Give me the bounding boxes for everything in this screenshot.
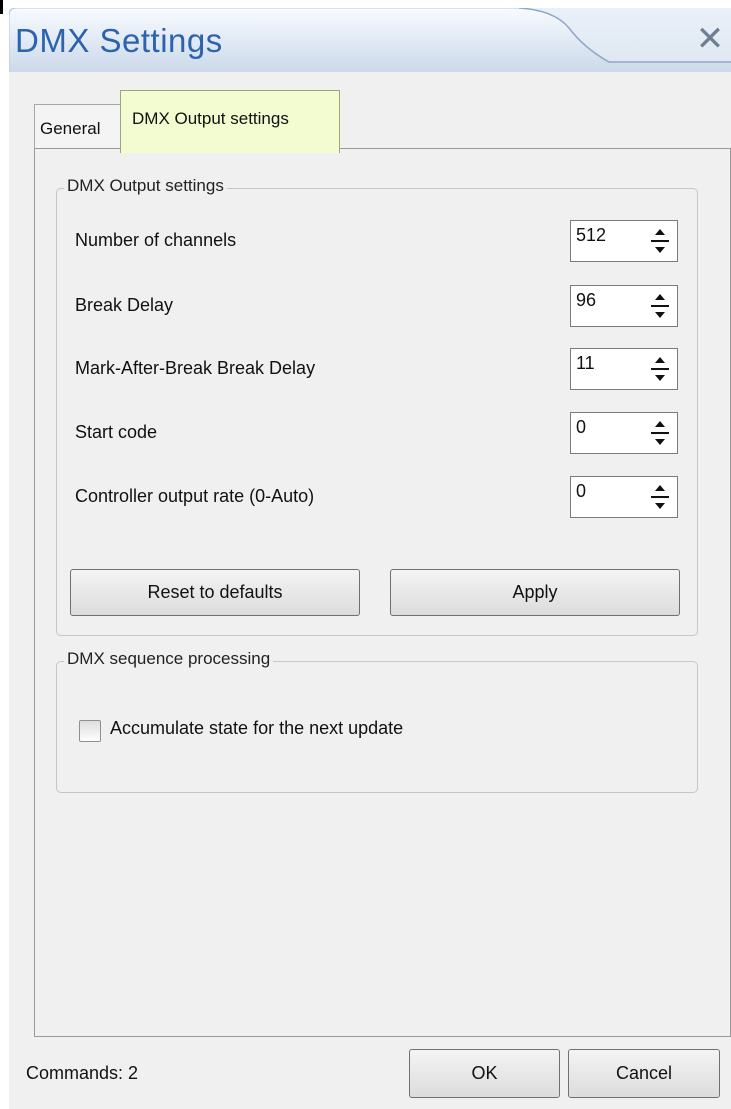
start-code-value[interactable]: 0 (576, 417, 586, 438)
tab-dmx-output-settings[interactable]: DMX Output settings (120, 90, 340, 153)
accumulate-state-checkbox[interactable] (79, 720, 101, 742)
commands-status: Commands: 2 (26, 1063, 139, 1083)
cancel-button[interactable]: Cancel (568, 1049, 720, 1098)
title-bar[interactable]: DMX Settings ✕ (9, 8, 731, 72)
field-label-mab-delay: Mark-After-Break Break Delay (75, 358, 316, 378)
break-delay-stepper[interactable]: 96 (570, 285, 678, 327)
tab-dmx-output-label: DMX Output settings (132, 109, 289, 128)
sequence-processing-legend: DMX sequence processing (64, 649, 274, 669)
mab-delay-stepper[interactable]: 11 (570, 348, 678, 390)
channels-value[interactable]: 512 (576, 225, 606, 246)
dmx-settings-dialog: DMX Settings ✕ General DMX Output settin… (9, 8, 731, 1109)
close-icon[interactable]: ✕ (693, 22, 727, 56)
spin-down-icon[interactable] (645, 369, 675, 387)
apply-button[interactable]: Apply (390, 569, 680, 616)
start-code-stepper[interactable]: 0 (570, 412, 678, 454)
spin-down-icon[interactable] (645, 497, 675, 515)
field-label-start-code: Start code (75, 422, 158, 442)
field-label-channels: Number of channels (75, 230, 237, 250)
output-rate-stepper[interactable]: 0 (570, 476, 678, 518)
spin-up-icon[interactable] (645, 288, 675, 306)
output-rate-value[interactable]: 0 (576, 481, 586, 502)
output-settings-legend: DMX Output settings (64, 176, 227, 196)
break-delay-value[interactable]: 96 (576, 290, 596, 311)
window-title: DMX Settings (15, 22, 223, 59)
field-label-break-delay: Break Delay (75, 295, 174, 315)
reset-defaults-button[interactable]: Reset to defaults (70, 569, 360, 616)
tab-general[interactable]: General (34, 104, 122, 148)
spin-up-icon[interactable] (645, 479, 675, 497)
ok-button[interactable]: OK (409, 1049, 560, 1098)
field-label-output-rate: Controller output rate (0-Auto) (75, 486, 315, 506)
corner-mark (0, 0, 3, 14)
accumulate-state-label[interactable]: Accumulate state for the next update (110, 718, 403, 739)
tab-general-label: General (40, 119, 101, 138)
mab-delay-value[interactable]: 11 (576, 353, 595, 374)
spin-up-icon[interactable] (645, 351, 675, 369)
spin-down-icon[interactable] (645, 433, 675, 451)
spin-down-icon[interactable] (645, 306, 675, 324)
channels-stepper[interactable]: 512 (570, 220, 678, 262)
spin-up-icon[interactable] (645, 415, 675, 433)
spin-down-icon[interactable] (645, 241, 675, 259)
spin-up-icon[interactable] (645, 223, 675, 241)
